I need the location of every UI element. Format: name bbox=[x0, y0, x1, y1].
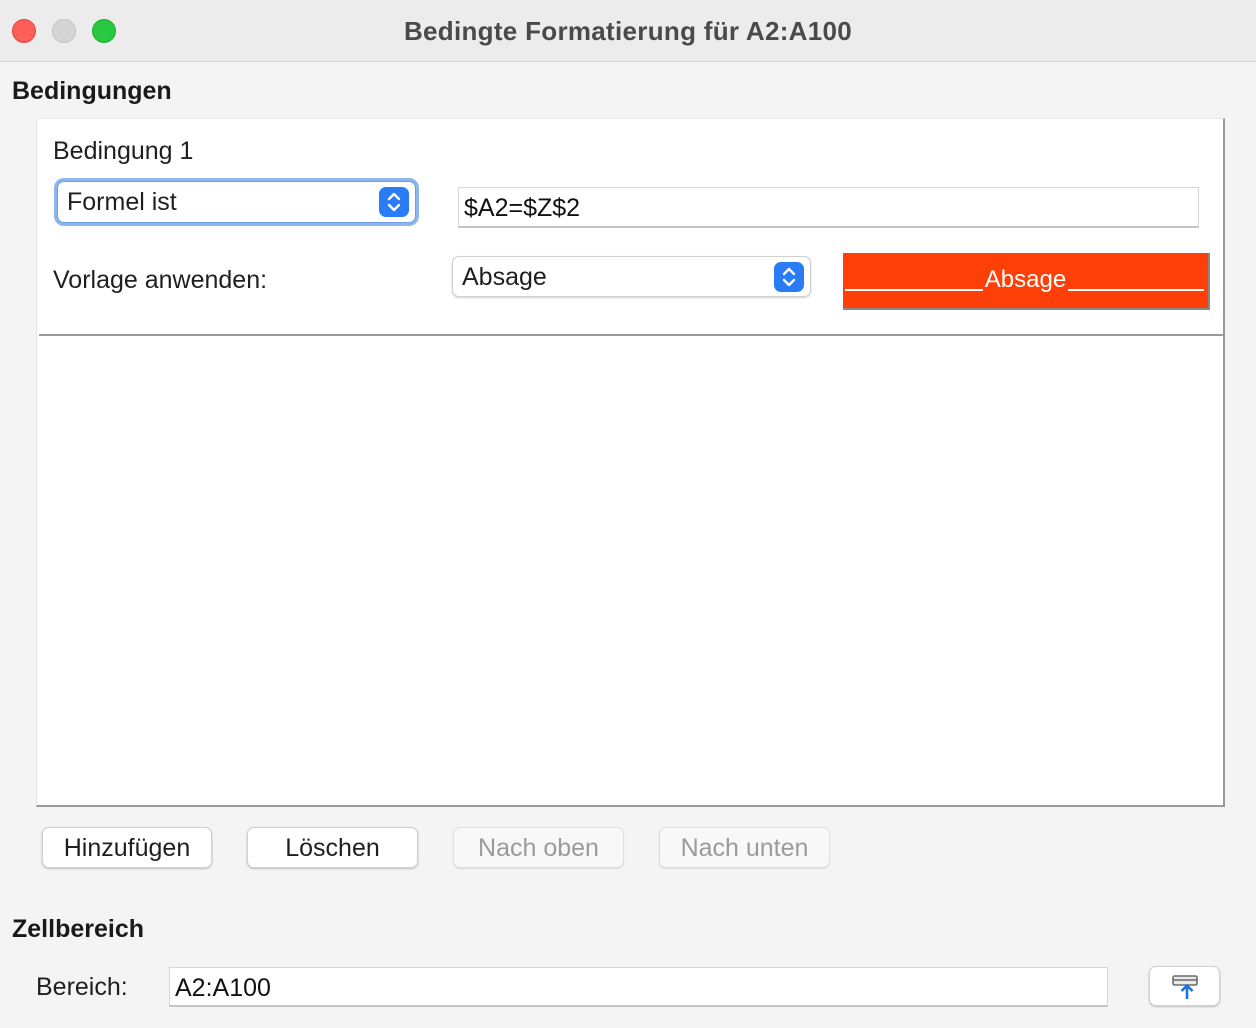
window-title: Bedingte Formatierung für A2:A100 bbox=[403, 16, 853, 46]
conditions-list-panel[interactable]: Bedingung 1 Formel ist $A2=$Z$2 Vorlage … bbox=[36, 118, 1225, 807]
apply-style-label: Vorlage anwenden: bbox=[53, 266, 268, 294]
add-condition-button[interactable]: Hinzufügen bbox=[42, 827, 212, 868]
style-preview: Absage bbox=[843, 253, 1210, 310]
style-value: Absage bbox=[462, 263, 547, 291]
style-preview-text: Absage bbox=[982, 266, 1069, 293]
cell-range-heading: Zellbereich bbox=[12, 915, 144, 943]
formula-input[interactable]: $A2=$Z$2 bbox=[458, 187, 1199, 228]
condition-divider bbox=[39, 334, 1223, 336]
range-label: Bereich: bbox=[36, 973, 128, 1001]
conditions-heading: Bedingungen bbox=[12, 77, 172, 105]
condition-1-label: Bedingung 1 bbox=[53, 137, 194, 165]
condition-type-select[interactable]: Formel ist bbox=[57, 181, 416, 223]
style-select[interactable]: Absage bbox=[452, 256, 811, 297]
delete-condition-button[interactable]: Löschen bbox=[247, 827, 418, 868]
range-input[interactable]: A2:A100 bbox=[169, 967, 1108, 1007]
shrink-dialog-icon bbox=[1172, 975, 1198, 999]
shrink-dialog-button[interactable] bbox=[1149, 966, 1220, 1006]
title-bar: Bedingte Formatierung für A2:A100 bbox=[0, 0, 1256, 62]
move-down-button[interactable]: Nach unten bbox=[659, 827, 830, 868]
move-up-button[interactable]: Nach oben bbox=[453, 827, 624, 868]
up-down-chevron-icon bbox=[774, 262, 804, 292]
condition-type-value: Formel ist bbox=[67, 188, 177, 216]
up-down-chevron-icon bbox=[379, 187, 409, 217]
